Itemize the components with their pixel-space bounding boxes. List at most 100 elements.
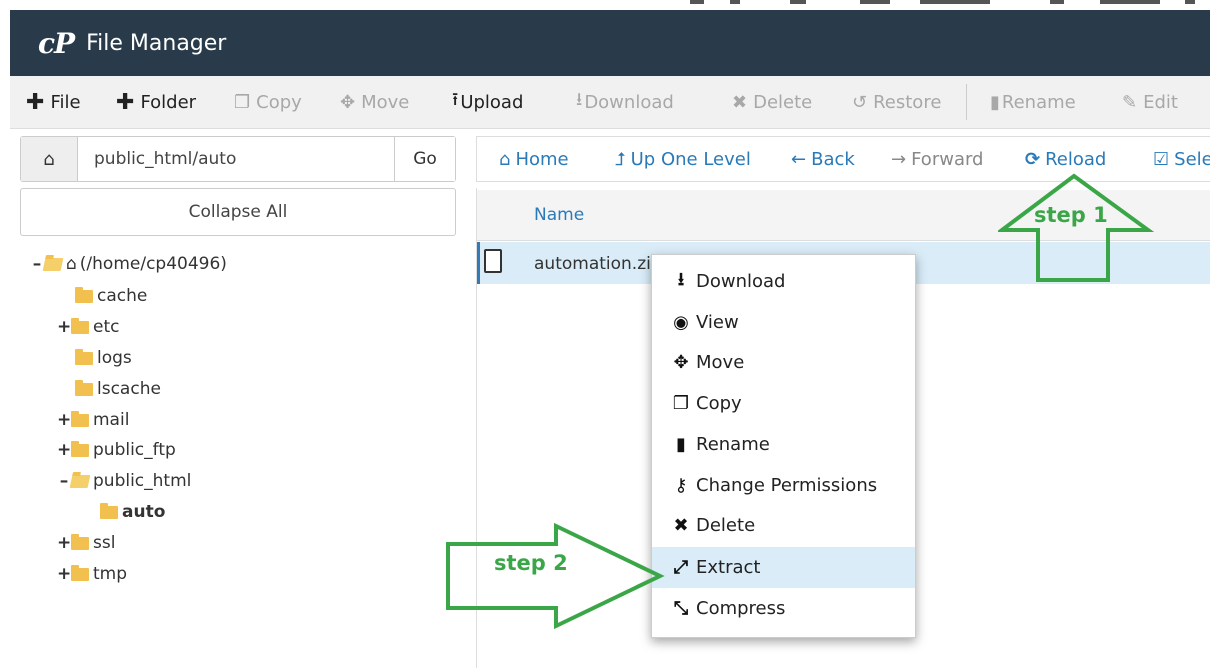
tree-label: ssl	[93, 533, 116, 553]
eye-icon: ◉	[673, 312, 689, 333]
checkbox-icon: ☑	[1153, 148, 1170, 170]
menu-item-change-permissions[interactable]: ⚷ Change Permissions	[652, 465, 915, 506]
strip-mark	[1050, 0, 1064, 4]
tree-item-public-html[interactable]: – public_html	[57, 469, 192, 493]
tree-item-etc[interactable]: + etc	[57, 315, 119, 339]
tree-label: (/home/cp40496)	[79, 254, 227, 274]
file-icon: ▮	[990, 91, 1000, 113]
copy-icon: ❐	[234, 91, 251, 113]
close-icon: ✖	[673, 515, 689, 536]
folder-open-icon	[42, 257, 64, 271]
copy-button[interactable]: ❐ Copy	[234, 92, 302, 113]
home-button[interactable]: ⌂	[21, 137, 78, 181]
file-name[interactable]: automation.zi	[534, 254, 651, 274]
step1-arrow	[998, 173, 1155, 282]
tree-item-lscache[interactable]: lscache	[75, 377, 161, 401]
move-icon: ✥	[673, 352, 689, 373]
select-all-label: Sele	[1174, 148, 1210, 170]
new-folder-button[interactable]: ✚ Folder	[116, 90, 196, 115]
menu-item-compress[interactable]: ⤡ Compress	[652, 588, 915, 629]
menu-label: Extract	[696, 557, 761, 578]
select-all-button[interactable]: ☑ Sele	[1153, 149, 1210, 170]
expand-toggle[interactable]: +	[57, 410, 71, 430]
expand-toggle[interactable]: +	[57, 440, 71, 460]
forward-button[interactable]: → Forward	[891, 149, 983, 170]
menu-label: Rename	[696, 434, 770, 455]
delete-label: Delete	[753, 91, 813, 113]
up-one-level-label: Up One Level	[630, 148, 751, 170]
pencil-icon: ✎	[1122, 91, 1138, 113]
edit-button[interactable]: ✎ Edit	[1122, 92, 1178, 113]
back-button[interactable]: ← Back	[791, 149, 855, 170]
rename-label: Rename	[1001, 91, 1076, 113]
strip-mark	[790, 0, 806, 4]
key-icon: ⚷	[674, 475, 688, 496]
upload-label: Upload	[460, 91, 524, 113]
reload-button[interactable]: ⟳ Reload	[1025, 149, 1106, 170]
expand-toggle[interactable]: +	[57, 317, 71, 337]
menu-item-view[interactable]: ◉ View	[652, 302, 915, 343]
folder-open-icon	[69, 474, 91, 488]
restore-button[interactable]: ↺ Restore	[852, 92, 941, 113]
menu-item-extract[interactable]: ⤢ Extract	[652, 547, 915, 588]
tree-label: public_ftp	[93, 440, 176, 460]
upload-button[interactable]: ⭱ Upload	[452, 87, 523, 117]
go-button[interactable]: Go	[394, 137, 455, 181]
folder-icon	[75, 379, 93, 396]
strip-mark	[690, 0, 704, 4]
expand-toggle[interactable]: +	[57, 533, 71, 553]
tree-item-public-ftp[interactable]: + public_ftp	[57, 438, 176, 462]
rename-button[interactable]: ▮ Rename	[990, 92, 1076, 113]
download-button[interactable]: ⭳ Download	[576, 87, 674, 117]
home-icon: ⌂	[66, 254, 77, 274]
nav-home-button[interactable]: ⌂ Home	[499, 149, 569, 170]
folder-icon	[71, 317, 89, 334]
tree-item-mail[interactable]: + mail	[57, 408, 129, 432]
top-strip	[0, 0, 1210, 10]
tree-item-logs[interactable]: logs	[75, 346, 132, 370]
menu-item-move[interactable]: ✥ Move	[652, 342, 915, 383]
strip-mark	[1185, 0, 1195, 4]
move-button[interactable]: ✥ Move	[340, 92, 409, 113]
collapse-toggle[interactable]: –	[30, 254, 44, 274]
tree-item-root[interactable]: – ⌂ (/home/cp40496)	[30, 252, 227, 276]
tree-item-cache[interactable]: cache	[75, 284, 147, 308]
menu-item-rename[interactable]: ▮ Rename	[652, 424, 915, 465]
strip-mark	[1100, 0, 1160, 4]
new-file-button[interactable]: ✚ File	[26, 90, 81, 115]
collapse-toggle[interactable]: –	[57, 471, 71, 491]
folder-icon	[71, 440, 89, 457]
forward-label: Forward	[911, 148, 984, 170]
move-icon: ✥	[340, 91, 356, 113]
download-label: Download	[584, 91, 674, 113]
tree-item-auto[interactable]: auto	[100, 500, 165, 524]
menu-item-download[interactable]: ⭳ Download	[652, 261, 915, 302]
column-name-header[interactable]: Name	[534, 205, 584, 225]
folder-icon	[71, 564, 89, 581]
menu-item-delete[interactable]: ✖ Delete	[652, 505, 915, 546]
path-input[interactable]	[78, 137, 394, 181]
menu-label: Delete	[696, 515, 756, 536]
collapse-all-button[interactable]: Collapse All	[20, 188, 456, 236]
strip-mark	[860, 0, 890, 4]
new-folder-label: Folder	[140, 91, 197, 113]
strip-mark	[730, 0, 740, 4]
folder-icon	[75, 286, 93, 303]
cpanel-logo[interactable]: cP	[38, 27, 75, 60]
tree-item-ssl[interactable]: + ssl	[57, 531, 115, 555]
tree-label: public_html	[93, 471, 192, 491]
toolbar-divider	[966, 84, 967, 120]
plus-icon: ✚	[26, 89, 45, 115]
up-one-level-button[interactable]: ⮥ Up One Level	[615, 149, 751, 170]
upload-icon: ⭱	[452, 89, 459, 110]
menu-item-copy[interactable]: ❐ Copy	[652, 383, 915, 424]
expand-toggle[interactable]: +	[57, 564, 71, 584]
strip-mark	[920, 0, 990, 4]
path-bar: ⌂ Go	[20, 136, 456, 182]
tree-item-tmp[interactable]: + tmp	[57, 562, 127, 586]
menu-label: Compress	[696, 598, 786, 619]
tree-label: tmp	[93, 564, 128, 584]
delete-button[interactable]: ✖ Delete	[732, 92, 812, 113]
toolbar: ✚ File ✚ Folder ❐ Copy ✥ Move ⭱ Upload ⭳…	[10, 76, 1210, 129]
edit-label: Edit	[1143, 91, 1178, 113]
